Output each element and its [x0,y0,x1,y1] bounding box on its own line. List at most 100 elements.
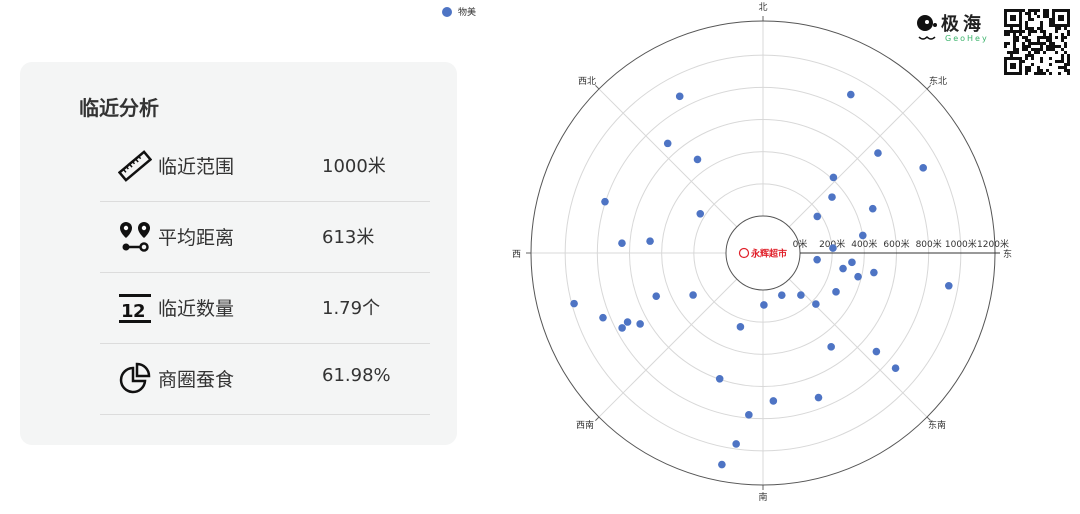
logo-name-en: GeoHey [945,34,989,43]
qr-module [1061,39,1064,42]
qr-module [1037,42,1040,45]
qr-module [1028,42,1031,45]
qr-module [1046,48,1049,51]
qr-module [1061,36,1064,39]
data-point [874,149,882,157]
qr-module [1031,42,1034,45]
qr-module [1028,69,1031,72]
qr-module [1058,72,1061,75]
data-point [715,374,724,383]
qr-module [1037,69,1040,72]
qr-module [1058,66,1061,69]
qr-module [1055,60,1058,63]
data-point [599,313,607,322]
qr-module [1067,54,1070,57]
qr-module [1016,39,1019,42]
qr-module [1037,72,1040,75]
qr-module [1010,51,1013,54]
qr-module [1016,51,1019,54]
qr-module [1034,42,1037,45]
logo-name-cn: 极海 [941,14,985,35]
qr-module [1043,42,1046,45]
qr-module [1022,60,1025,63]
qr-module [1013,36,1016,39]
qr-code[interactable] [1003,8,1071,76]
data-point [812,300,820,308]
qr-module [1025,24,1028,27]
qr-module [1028,33,1031,36]
qr-module [1031,27,1034,30]
qr-module [1043,9,1046,12]
qr-module [1031,63,1034,66]
qr-module [1031,18,1034,21]
data-point [769,397,778,405]
qr-finder [1058,15,1064,21]
data-point [868,204,877,213]
angle-label: 东南 [928,419,946,431]
qr-module [1058,27,1061,30]
qr-module [1025,69,1028,72]
data-point [618,239,626,247]
qr-module [1028,15,1031,18]
qr-module [1064,66,1067,69]
grid-spoke [788,278,928,418]
qr-module [1064,42,1067,45]
qr-module [1040,69,1043,72]
qr-module [1040,30,1043,33]
qr-module [1025,72,1028,75]
qr-module [1049,72,1052,75]
data-point [813,255,821,264]
qr-module [1043,33,1046,36]
qr-module [1028,18,1031,21]
qr-module [1046,12,1049,15]
qr-module [1064,27,1067,30]
qr-module [1028,27,1031,30]
data-point [760,301,768,309]
qr-module [1067,33,1070,36]
qr-module [1061,48,1064,51]
logo-mark-icon [917,15,937,40]
qr-module [1067,63,1070,66]
qr-module [1031,9,1034,12]
qr-module [1031,54,1034,57]
qr-module [1025,36,1028,39]
qr-module [1013,45,1016,48]
qr-module [1013,48,1016,51]
qr-module [1031,48,1034,51]
qr-module [1046,39,1049,42]
radial-tick-label: 400米 [851,238,877,250]
qr-module [1019,30,1022,33]
data-point [663,139,672,148]
data-point [858,231,867,240]
qr-module [1028,12,1031,15]
data-point [797,291,805,299]
qr-module [1004,45,1007,48]
qr-module [1037,39,1040,42]
qr-module [1004,33,1007,36]
qr-module [1061,33,1064,36]
data-point [570,299,578,308]
qr-module [1043,15,1046,18]
data-point [601,197,609,206]
qr-module [1028,45,1031,48]
qr-module [1055,30,1058,33]
qr-module [1052,45,1055,48]
data-point [618,324,626,332]
angle-label: 南 [758,491,767,503]
qr-finder [1010,63,1016,69]
qr-module [1040,27,1043,30]
data-point [732,440,740,448]
qr-module [1058,45,1061,48]
qr-module [1034,9,1037,12]
angle-label: 西南 [576,419,594,431]
qr-module [1067,30,1070,33]
qr-module [1013,33,1016,36]
data-point [919,164,927,172]
data-point [870,268,878,277]
qr-module [1025,57,1028,60]
qr-module [1022,42,1025,45]
angle-tick [595,416,600,421]
qr-module [1007,30,1010,33]
qr-module [1004,30,1007,33]
data-point [777,291,786,299]
